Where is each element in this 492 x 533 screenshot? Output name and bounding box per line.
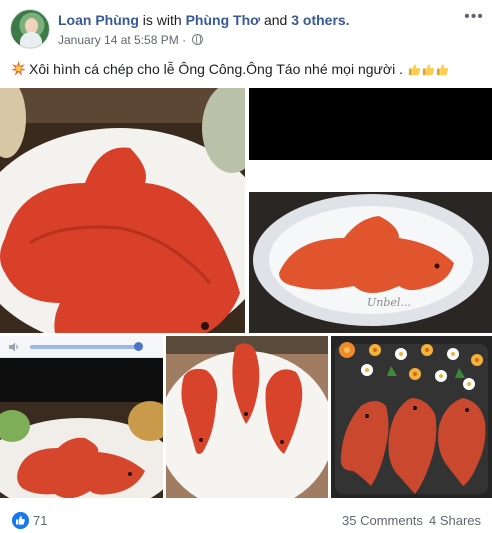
tagged-person-link[interactable]: Phùng Thơ bbox=[186, 12, 261, 28]
author-name-link[interactable]: Loan Phùng bbox=[58, 12, 139, 28]
thumbs-up-icon bbox=[408, 64, 421, 76]
globe-icon[interactable] bbox=[192, 34, 204, 45]
photo-watermark: Unbel... bbox=[367, 296, 411, 309]
audio-progress-track[interactable] bbox=[30, 345, 142, 349]
comments-count-link[interactable]: 35 Comments bbox=[342, 513, 423, 529]
photo-3-image bbox=[0, 336, 163, 498]
thumbs-up-icon bbox=[422, 64, 435, 76]
caption-text: Xôi hình cá chép cho lễ Ông Công.Ông Táo… bbox=[29, 61, 407, 77]
post-header: Loan Phùng is with Phùng Thơ and 3 other… bbox=[58, 11, 350, 29]
audio-progress-handle[interactable] bbox=[134, 342, 143, 351]
and-text: and bbox=[263, 12, 288, 28]
post-photo-4[interactable] bbox=[166, 336, 328, 498]
speaker-icon[interactable] bbox=[8, 341, 20, 353]
photo-4-image bbox=[166, 336, 328, 498]
with-text: is with bbox=[142, 12, 182, 28]
reactions-count[interactable]: 71 bbox=[33, 513, 47, 529]
avatar-body bbox=[20, 32, 42, 48]
facebook-post: Loan Phùng is with Phùng Thơ and 3 other… bbox=[0, 0, 492, 533]
post-photo-2[interactable]: Unbel... bbox=[249, 88, 492, 333]
photo-1-image bbox=[0, 88, 245, 333]
meta-separator: · bbox=[182, 33, 187, 47]
others-link[interactable]: 3 others. bbox=[291, 12, 349, 28]
author-avatar[interactable] bbox=[10, 9, 50, 49]
audio-player[interactable] bbox=[0, 336, 163, 358]
like-icon[interactable] bbox=[12, 512, 29, 529]
thumbs-up-icon bbox=[436, 64, 449, 76]
post-photo-1[interactable] bbox=[0, 88, 245, 333]
post-meta: January 14 at 5:58 PM · bbox=[58, 32, 204, 48]
post-timestamp-link[interactable]: January 14 at 5:58 PM bbox=[58, 33, 179, 47]
photo-2-image: Unbel... bbox=[249, 88, 492, 333]
post-photo-3[interactable] bbox=[0, 336, 163, 498]
photo-5-image bbox=[331, 336, 492, 498]
post-caption: Xôi hình cá chép cho lễ Ông Công.Ông Táo… bbox=[11, 60, 449, 78]
shares-count-link[interactable]: 4 Shares bbox=[429, 513, 481, 529]
burst-icon bbox=[11, 61, 26, 76]
more-options-icon[interactable]: ••• bbox=[464, 9, 484, 25]
post-photo-5[interactable] bbox=[331, 336, 492, 498]
